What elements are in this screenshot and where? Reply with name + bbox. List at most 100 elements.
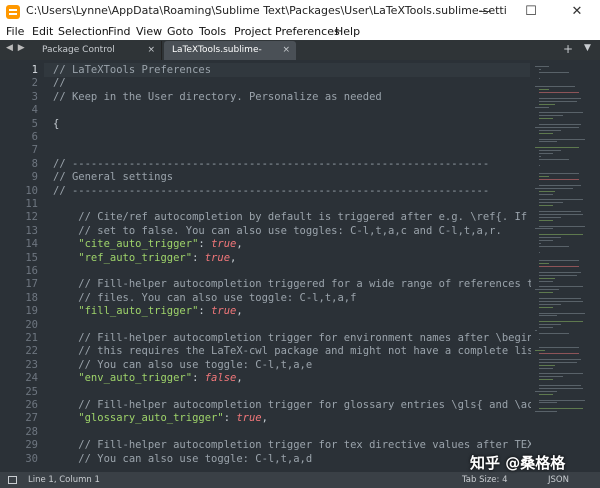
line-number: 19	[25, 305, 38, 318]
code-token: // Keep in the User directory. Personali…	[53, 90, 382, 103]
minimap-line	[539, 92, 579, 94]
line-number: 20	[25, 318, 38, 331]
close-button[interactable]: ✕	[554, 0, 600, 24]
code-line: // LaTeXTools Preferences	[53, 64, 211, 77]
code-token: true	[204, 251, 231, 264]
syntax-indicator[interactable]: JSON	[548, 472, 569, 488]
code-token: // General settings	[53, 171, 174, 184]
line-number: 7	[31, 144, 38, 157]
menu-edit[interactable]: Edit	[32, 24, 53, 40]
menu-file[interactable]: File	[6, 24, 24, 40]
line-number: 26	[25, 399, 38, 411]
menu-help[interactable]: Help	[335, 24, 360, 40]
menu-tools[interactable]: Tools	[199, 24, 226, 40]
tab-close-icon[interactable]: ×	[282, 41, 290, 60]
line-number: 29	[25, 439, 38, 452]
minimap-line	[539, 193, 553, 195]
code-line: // this requires the LaTeX-cwl package a…	[53, 345, 531, 358]
tab-close-icon[interactable]: ×	[147, 41, 155, 60]
minimap-line	[539, 103, 555, 105]
panel-toggle-icon[interactable]	[8, 476, 17, 484]
code-view[interactable]: // LaTeXTools Preferences//// Keep in th…	[53, 60, 531, 468]
menu-project[interactable]: Project	[234, 24, 272, 40]
minimap-line	[539, 399, 585, 401]
tab-latextools-settings[interactable]: LaTeXTools.sublime-settings ×	[164, 41, 296, 74]
tab-size-indicator[interactable]: Tab Size: 4	[462, 472, 508, 488]
code-line: // General settings	[53, 171, 173, 184]
minimize-button[interactable]: —	[462, 0, 508, 24]
code-line: //	[53, 77, 66, 90]
code-token: // files. You can also use toggle: C-l,t…	[53, 291, 357, 304]
code-token: // LaTeXTools Preferences	[53, 64, 212, 76]
code-line: // Fill-helper autocompletion trigger fo…	[53, 439, 531, 452]
minimap-line	[539, 71, 569, 73]
tab-menu-icon[interactable]: ▼	[584, 43, 591, 53]
minimap-line	[539, 373, 583, 375]
line-number: 2	[31, 77, 38, 90]
minimap-line	[539, 77, 540, 79]
code-line: "glossary_auto_trigger": true,	[53, 412, 268, 425]
minimap-line	[539, 300, 583, 302]
watermark: 知乎 @桑格格	[470, 454, 566, 472]
code-token: :	[192, 251, 205, 264]
line-number: 18	[25, 291, 38, 304]
minimap-line	[539, 263, 549, 265]
minimap-line	[539, 402, 557, 404]
minimap-line	[539, 385, 581, 386]
line-number: 13	[25, 224, 38, 237]
code-line: "env_auto_trigger": false,	[53, 372, 243, 385]
minimap-line	[539, 358, 581, 360]
minimap-line	[535, 228, 553, 230]
line-number: 8	[31, 157, 38, 170]
minimap-line	[539, 312, 585, 314]
menu-goto[interactable]: Goto	[167, 24, 193, 40]
minimap-line	[539, 202, 563, 204]
code-line: "fill_auto_trigger": true,	[53, 305, 242, 318]
line-number: 23	[25, 358, 38, 371]
new-tab-icon[interactable]: +	[563, 42, 573, 56]
menu-preferences[interactable]: Preferences	[275, 24, 340, 40]
minimap-line	[539, 315, 557, 317]
minimap-line	[539, 306, 553, 308]
minimap-line	[535, 86, 575, 88]
code-line: "ref_auto_trigger": true,	[53, 252, 236, 265]
line-number: 9	[31, 171, 38, 184]
line-number: 27	[25, 412, 38, 425]
minimap-line	[539, 89, 549, 91]
line-number: 6	[31, 131, 38, 143]
menu-selection[interactable]: Selection	[58, 24, 109, 40]
code-token: "fill_auto_trigger"	[53, 305, 199, 318]
menu-find[interactable]: Find	[108, 24, 131, 40]
minimap-line	[539, 387, 583, 389]
code-token: // Fill-helper autocompletion triggered …	[53, 278, 531, 291]
minimap-line	[539, 112, 583, 114]
code-token: // Fill-helper autocompletion trigger fo…	[53, 439, 531, 452]
line-number: 24	[25, 372, 38, 385]
tab-nav-arrows-icon[interactable]: ◀ ▶	[6, 43, 26, 53]
maximize-button[interactable]: ☐	[508, 0, 554, 24]
minimap-line	[535, 106, 549, 108]
code-token: // You can also use toggle: C-l,t,a,d	[53, 452, 313, 465]
menu-view[interactable]: View	[136, 24, 162, 40]
code-token: // Fill-helper autocompletion trigger fo…	[53, 332, 531, 344]
tab-package-control-messages[interactable]: Package Control Messages ×	[34, 41, 162, 74]
minimap-line	[539, 286, 583, 288]
minimap-line	[539, 115, 563, 117]
menu-bar: File Edit Selection Find View Goto Tools…	[0, 24, 600, 40]
line-number: 12	[25, 211, 38, 224]
minimap[interactable]	[531, 60, 600, 468]
code-token: false	[204, 372, 237, 385]
code-token: ,	[236, 372, 243, 385]
minimap-line	[539, 173, 579, 175]
minimap-line	[535, 411, 557, 413]
code-token: // set to false. You can also use toggle…	[53, 224, 502, 237]
minimap-line	[539, 280, 553, 282]
minimap-line	[539, 190, 555, 192]
minimap-line	[539, 205, 553, 207]
editor-area[interactable]: 1 2 3 4 5 6 7 8 9 10 11 12 13 14 15 16 17 18 19 20 21 22 23 24 2…	[0, 60, 600, 468]
minimap-line	[535, 329, 537, 331]
minimap-line	[539, 68, 541, 70]
minimap-line	[539, 303, 561, 305]
minimap-line	[539, 176, 549, 178]
code-token: // Fill-helper autocompletion trigger fo…	[53, 399, 531, 411]
